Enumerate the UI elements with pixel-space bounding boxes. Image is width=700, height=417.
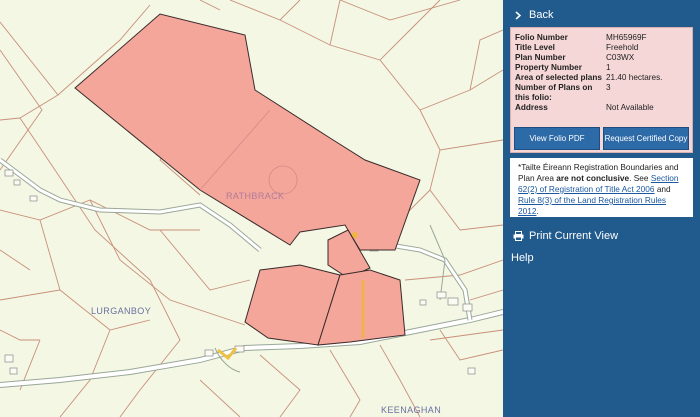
rule-8-link[interactable]: Rule 8(3) of the Land Registration Rules… (518, 195, 666, 216)
printer-icon (511, 231, 525, 241)
info-key: Property Number (515, 63, 582, 72)
print-label: Print Current View (529, 230, 619, 242)
back-link[interactable]: Back (503, 2, 700, 28)
info-row-area: Area of selected plans 21.40 hectares. (511, 73, 692, 83)
side-panel: Back Folio Number MH65969F Title Level F… (503, 0, 700, 417)
info-value: MH65969F (606, 33, 647, 42)
townland-label-lurganboy: LURGANBOY (91, 306, 152, 316)
view-folio-pdf-button[interactable]: View Folio PDF (514, 127, 600, 150)
info-key: Number of Plans on this folio: (515, 83, 593, 102)
disclaimer-text: . See (629, 173, 651, 183)
info-row-property-number: Property Number 1 (511, 63, 692, 73)
info-row-address: Address Not Available (511, 103, 692, 113)
disclaimer-text: . (536, 206, 539, 216)
point-marker (352, 232, 358, 238)
disclaimer-notice: *Tailte Éireann Registration Boundaries … (510, 158, 693, 217)
info-row-title-level: Title Level Freehold (511, 43, 692, 53)
map-canvas[interactable] (0, 0, 503, 417)
info-value: C03WX (606, 53, 635, 62)
folio-info-card: Folio Number MH65969F Title Level Freeho… (510, 27, 693, 153)
help-label: Help (511, 252, 534, 264)
info-row-plan-count: Number of Plans on this folio: 3 (511, 83, 692, 103)
disclaimer-text: and (654, 184, 671, 194)
back-label: Back (529, 9, 554, 21)
info-key: Plan Number (515, 53, 566, 62)
chevron-right-icon (511, 10, 525, 20)
help-link[interactable]: Help (503, 245, 700, 271)
townland-label-keenaghan: KEENAGHAN (381, 405, 442, 415)
info-key: Title Level (515, 43, 555, 52)
info-value: 3 (606, 83, 611, 92)
request-certified-copy-button[interactable]: Request Certified Copy (603, 127, 689, 150)
townland-label-rathbrack: RATHBRACK (226, 191, 285, 201)
info-key: Address (515, 103, 548, 112)
info-value: 1 (606, 63, 611, 72)
info-value: Freehold (606, 43, 639, 52)
info-row-folio-number: Folio Number MH65969F (511, 33, 692, 43)
info-key: Area of selected plans (515, 73, 602, 82)
info-value: Not Available (606, 103, 654, 112)
map-viewport[interactable]: RATHBRACK LURGANBOY KEENAGHAN (0, 0, 503, 417)
info-key: Folio Number (515, 33, 568, 42)
info-row-plan-number: Plan Number C03WX (511, 53, 692, 63)
info-value: 21.40 hectares. (606, 73, 663, 82)
disclaimer-bold: are not conclusive (556, 173, 630, 183)
